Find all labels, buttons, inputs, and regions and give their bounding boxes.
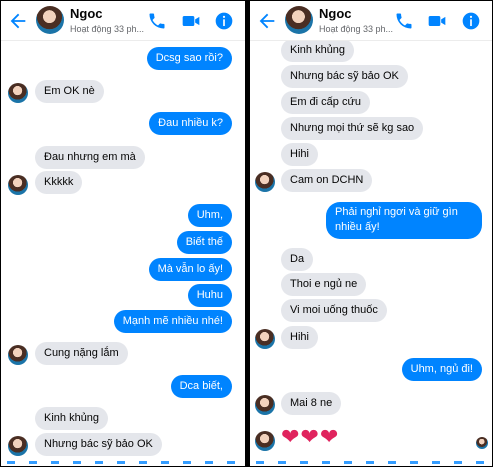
contact-avatar-small	[8, 436, 28, 456]
video-camera-icon[interactable]	[427, 11, 447, 31]
chat-header: Ngoc Hoạt động 33 ph...	[250, 1, 492, 41]
message-outgoing[interactable]: Phải nghỉ ngơi và giữ gìn nhiều ấy!	[326, 202, 482, 239]
message-incoming[interactable]: Hihi	[281, 143, 318, 166]
contact-avatar[interactable]	[285, 6, 313, 34]
contact-avatar-small	[8, 345, 28, 365]
message-incoming[interactable]: Cung nặng lắm	[35, 342, 128, 365]
info-icon[interactable]	[214, 11, 234, 31]
message-incoming[interactable]: Vi moi uống thuốc	[281, 299, 387, 322]
message-outgoing[interactable]: Uhm, ngủ đi!	[401, 358, 482, 381]
message-incoming[interactable]: Đau nhưng em mà	[35, 146, 145, 169]
message-outgoing[interactable]: Mạnh mẽ nhiều nhé!	[113, 310, 232, 333]
message-incoming[interactable]: Em đi cấp cứu	[281, 91, 370, 114]
info-icon[interactable]	[461, 11, 481, 31]
message-incoming[interactable]: Em OK nè	[35, 80, 104, 103]
contact-avatar-small	[255, 329, 275, 349]
contact-avatar-small	[255, 431, 275, 451]
contact-avatar-small	[8, 175, 28, 195]
back-arrow-icon[interactable]	[7, 10, 29, 32]
video-camera-icon[interactable]	[181, 11, 201, 31]
composer-bar[interactable]	[250, 459, 492, 466]
heart-icon[interactable]: ❤❤❤	[281, 425, 339, 449]
message-outgoing[interactable]: Mà vẫn lo ấy!	[148, 258, 232, 281]
chat-panel-left: Ngoc Hoạt động 33 ph... Dcsg sao rồi? Em…	[1, 1, 245, 466]
phone-icon[interactable]	[394, 11, 414, 31]
contact-avatar-small	[255, 395, 275, 415]
chat-panel-right: Ngoc Hoạt động 33 ph... Kinh khủng Nhưng…	[250, 1, 492, 466]
message-outgoing[interactable]: Dca biết,	[170, 375, 232, 398]
seen-avatar	[476, 437, 488, 449]
message-incoming[interactable]: Cam on DCHN	[281, 169, 373, 192]
message-outgoing[interactable]: Dcsg sao rồi?	[146, 47, 232, 70]
message-incoming[interactable]: Da	[281, 248, 314, 271]
message-incoming[interactable]: Kinh khủng	[281, 39, 355, 62]
message-incoming[interactable]: Thoi e ngủ ne	[281, 273, 367, 296]
message-outgoing[interactable]: Huhu	[187, 284, 232, 307]
contact-avatar-small	[255, 172, 275, 192]
message-incoming[interactable]: Nhưng bác sỹ bảo OK	[281, 65, 408, 88]
message-incoming[interactable]: Hihi	[281, 326, 318, 349]
contact-status: Hoạt động 33 ph...	[70, 24, 145, 34]
back-arrow-icon[interactable]	[256, 10, 278, 32]
phone-icon[interactable]	[147, 11, 167, 31]
message-incoming[interactable]: Kinh khủng	[35, 407, 109, 430]
message-incoming[interactable]: Kkkkk	[35, 171, 83, 194]
message-outgoing[interactable]: Đau nhiều k?	[149, 112, 232, 135]
contact-name[interactable]: Ngoc	[70, 6, 103, 21]
contact-status: Hoạt động 33 ph...	[319, 24, 394, 34]
composer-bar[interactable]	[1, 459, 245, 466]
contact-name[interactable]: Ngoc	[319, 6, 352, 21]
contact-avatar-small	[8, 83, 28, 103]
message-outgoing[interactable]: Biết thế	[176, 231, 232, 254]
message-outgoing[interactable]: Uhm,	[187, 204, 232, 227]
contact-avatar[interactable]	[36, 6, 64, 34]
message-incoming[interactable]: Nhưng mọi thứ sẽ kg sao	[281, 117, 424, 140]
message-incoming[interactable]: Mai 8 ne	[281, 392, 342, 415]
message-incoming[interactable]: Nhưng bác sỹ bảo OK	[35, 433, 162, 456]
chat-header: Ngoc Hoạt động 33 ph...	[1, 1, 245, 41]
